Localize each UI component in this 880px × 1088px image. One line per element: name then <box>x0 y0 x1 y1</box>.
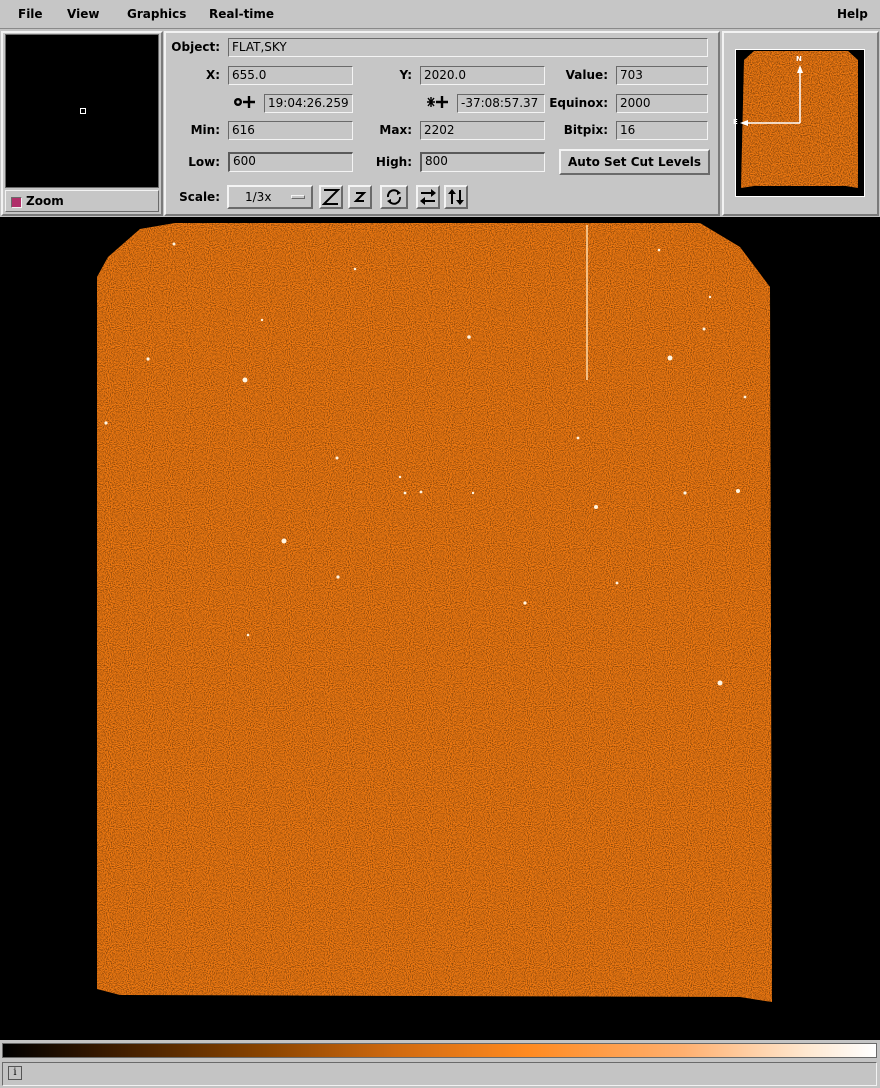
rotate-icon <box>386 189 402 205</box>
menu-realtime[interactable]: Real-time <box>209 7 274 21</box>
zoom-in-button[interactable] <box>319 185 343 209</box>
min-label: Min: <box>190 123 220 137</box>
zoom-cursor-marker <box>80 108 86 114</box>
equinox-label: Equinox: <box>549 96 608 110</box>
status-bar: i <box>2 1062 877 1086</box>
menu-help[interactable]: Help <box>837 7 868 21</box>
x-field: 655.0 <box>228 66 353 85</box>
object-label: Object: <box>171 40 220 54</box>
high-input[interactable]: 800 <box>420 152 545 172</box>
image-canvas[interactable] <box>0 217 880 1040</box>
scale-menu[interactable]: 1/3x <box>227 185 313 209</box>
fits-image <box>97 223 772 1002</box>
y-label: Y: <box>399 68 412 82</box>
zoom-out-icon <box>353 192 367 202</box>
low-label: Low: <box>188 155 220 169</box>
min-field: 616 <box>228 121 353 140</box>
low-input[interactable]: 600 <box>228 152 353 172</box>
object-field: FLAT,SKY <box>228 38 708 57</box>
zoom-in-icon <box>322 189 340 205</box>
zoom-window[interactable] <box>5 34 159 188</box>
flip-y-button[interactable] <box>444 185 468 209</box>
zoom-toggle-indicator <box>11 197 22 208</box>
zoom-toggle[interactable]: Zoom <box>5 190 159 212</box>
compass-east-label: E <box>733 118 738 126</box>
dec-field: -37:08:57.37 <box>457 94 545 113</box>
dec-icon <box>426 95 450 112</box>
panner-window[interactable]: N E <box>733 49 865 197</box>
scale-label: Scale: <box>179 190 220 204</box>
scale-menu-indicator <box>291 195 305 199</box>
value-field: 703 <box>616 66 708 85</box>
max-label: Max: <box>379 123 412 137</box>
menu-bar: File View Graphics Real-time Help <box>0 0 880 29</box>
ra-field: 19:04:26.259 <box>264 94 353 113</box>
equinox-field: 2000 <box>616 94 708 113</box>
y-field: 2020.0 <box>420 66 545 85</box>
auto-set-cut-levels-button[interactable]: Auto Set Cut Levels <box>559 149 710 175</box>
flip-x-icon <box>420 189 436 205</box>
rotate-button[interactable] <box>380 185 408 209</box>
flip-x-button[interactable] <box>416 185 440 209</box>
max-field: 2202 <box>420 121 545 140</box>
ra-icon <box>233 95 257 112</box>
scale-value: 1/3x <box>245 190 272 204</box>
flip-y-icon <box>448 189 464 205</box>
compass-icon <box>740 65 803 126</box>
bitpix-label: Bitpix: <box>563 123 608 137</box>
zoom-toggle-label: Zoom <box>26 194 64 208</box>
colormap-bar[interactable] <box>2 1043 877 1058</box>
info-icon: i <box>8 1066 22 1080</box>
zoom-out-button[interactable] <box>348 185 372 209</box>
x-label: X: <box>205 68 220 82</box>
value-label: Value: <box>565 68 608 82</box>
compass-north-label: N <box>796 55 802 63</box>
menu-graphics[interactable]: Graphics <box>127 7 186 21</box>
high-label: High: <box>375 155 412 169</box>
menu-file[interactable]: File <box>18 7 43 21</box>
bitpix-field: 16 <box>616 121 708 140</box>
menu-view[interactable]: View <box>67 7 99 21</box>
